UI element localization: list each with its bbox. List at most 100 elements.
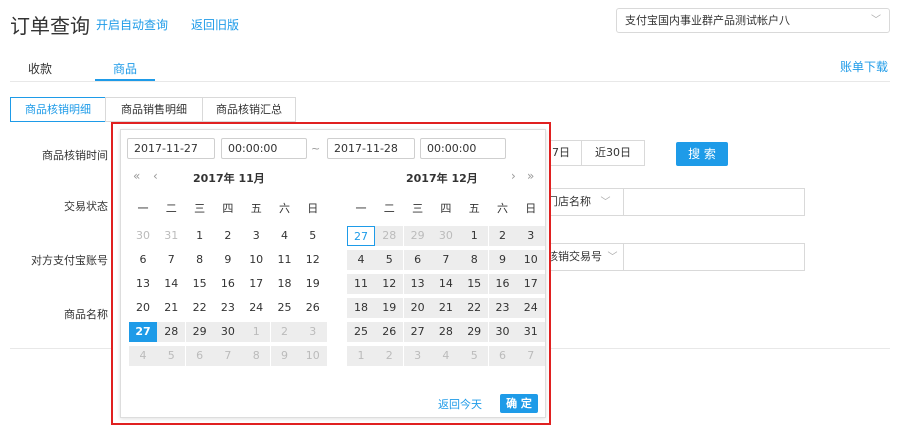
day-cell[interactable]: 5 (299, 226, 327, 246)
day-cell[interactable]: 7 (516, 346, 545, 366)
day-cell[interactable]: 11 (347, 274, 375, 294)
day-cell[interactable]: 27 (129, 322, 157, 342)
prev-year-icon[interactable]: « (133, 169, 140, 183)
day-cell[interactable]: 28 (375, 226, 404, 246)
verify-no-select[interactable]: 核销交易号 ﹀ (540, 243, 624, 271)
day-cell[interactable]: 12 (299, 250, 327, 270)
day-cell[interactable]: 10 (516, 250, 545, 270)
day-cell[interactable]: 26 (375, 322, 404, 342)
day-cell[interactable]: 25 (271, 298, 299, 318)
day-cell[interactable]: 6 (403, 250, 432, 270)
day-cell[interactable]: 20 (403, 298, 432, 318)
day-cell[interactable]: 30 (488, 322, 517, 342)
day-cell[interactable]: 13 (403, 274, 432, 294)
bill-download-link[interactable]: 账单下载 (840, 58, 888, 75)
day-cell[interactable]: 15 (186, 274, 214, 294)
day-cell[interactable]: 2 (375, 346, 404, 366)
day-cell[interactable]: 16 (488, 274, 517, 294)
day-cell[interactable]: 6 (185, 346, 214, 366)
day-cell[interactable]: 9 (214, 250, 242, 270)
day-cell[interactable]: 5 (460, 346, 489, 366)
start-date-input[interactable]: 2017-11-27 (127, 138, 215, 159)
subtab-goods-sales-detail[interactable]: 商品销售明细 (105, 97, 203, 122)
day-cell[interactable]: 16 (214, 274, 242, 294)
day-cell[interactable]: 24 (242, 298, 270, 318)
day-cell[interactable]: 7 (213, 346, 242, 366)
day-cell[interactable]: 19 (299, 274, 327, 294)
subtab-goods-verify-summary[interactable]: 商品核销汇总 (202, 97, 296, 122)
day-cell[interactable]: 30 (431, 226, 460, 246)
day-cell[interactable]: 22 (460, 298, 489, 318)
day-cell[interactable]: 10 (242, 250, 270, 270)
day-cell[interactable]: 2 (270, 322, 299, 342)
search-button[interactable]: 搜 索 (676, 142, 728, 166)
day-cell[interactable]: 21 (431, 298, 460, 318)
back-to-today-link[interactable]: 返回今天 (438, 396, 482, 412)
day-cell[interactable]: 27 (403, 322, 432, 342)
day-cell[interactable]: 8 (242, 346, 271, 366)
day-cell[interactable]: 8 (186, 250, 214, 270)
next-month-icon[interactable]: › (511, 169, 516, 183)
account-select[interactable]: 支付宝国内事业群产品测试帐户八 ﹀ (616, 8, 890, 33)
day-cell[interactable]: 24 (516, 298, 545, 318)
day-cell[interactable]: 20 (129, 298, 157, 318)
day-cell[interactable]: 11 (271, 250, 299, 270)
prev-month-icon[interactable]: ‹ (153, 169, 158, 183)
auto-query-link[interactable]: 开启自动查询 (96, 16, 168, 33)
day-cell[interactable]: 26 (299, 298, 327, 318)
end-time-input[interactable]: 00:00:00 (420, 138, 506, 159)
day-cell[interactable]: 15 (460, 274, 489, 294)
day-cell[interactable]: 17 (242, 274, 270, 294)
day-cell[interactable]: 23 (488, 298, 517, 318)
tab-collection[interactable]: 收款 (28, 60, 52, 77)
day-cell[interactable]: 29 (185, 322, 214, 342)
day-cell[interactable]: 25 (347, 322, 375, 342)
day-cell[interactable]: 3 (403, 346, 432, 366)
day-cell[interactable]: 14 (431, 274, 460, 294)
start-time-input[interactable]: 00:00:00 (221, 138, 307, 159)
day-cell[interactable]: 28 (157, 322, 186, 342)
day-cell[interactable]: 31 (157, 226, 185, 246)
day-cell[interactable]: 18 (347, 298, 375, 318)
day-cell[interactable]: 30 (129, 226, 157, 246)
day-cell[interactable]: 7 (157, 250, 185, 270)
day-cell[interactable]: 12 (375, 274, 404, 294)
back-old-version-link[interactable]: 返回旧版 (191, 16, 239, 33)
day-cell[interactable]: 22 (186, 298, 214, 318)
day-cell[interactable]: 5 (375, 250, 404, 270)
day-cell[interactable]: 21 (157, 298, 185, 318)
day-cell[interactable]: 28 (431, 322, 460, 342)
end-date-input[interactable]: 2017-11-28 (327, 138, 415, 159)
day-cell[interactable]: 19 (375, 298, 404, 318)
day-cell[interactable]: 1 (186, 226, 214, 246)
day-cell[interactable]: 3 (242, 226, 270, 246)
day-cell[interactable]: 9 (270, 346, 299, 366)
day-cell[interactable]: 4 (129, 346, 157, 366)
day-cell[interactable]: 1 (460, 226, 489, 246)
next-year-icon[interactable]: » (527, 169, 534, 183)
day-cell[interactable]: 31 (516, 322, 545, 342)
day-cell[interactable]: 13 (129, 274, 157, 294)
day-cell[interactable]: 5 (157, 346, 186, 366)
day-cell[interactable]: 2 (214, 226, 242, 246)
day-cell[interactable]: 1 (347, 346, 375, 366)
day-cell[interactable]: 7 (431, 250, 460, 270)
subtab-goods-verify-detail[interactable]: 商品核销明细 (10, 97, 106, 122)
day-cell[interactable]: 2 (488, 226, 517, 246)
day-cell[interactable]: 4 (347, 250, 375, 270)
day-cell[interactable]: 30 (213, 322, 242, 342)
day-cell[interactable]: 3 (298, 322, 327, 342)
quick-30-days-button[interactable]: 近30日 (581, 140, 645, 166)
day-cell[interactable]: 8 (460, 250, 489, 270)
store-input[interactable] (623, 188, 805, 216)
day-cell[interactable]: 18 (271, 274, 299, 294)
store-select[interactable]: 门店名称 ﹀ (540, 188, 624, 216)
day-cell[interactable]: 10 (298, 346, 327, 366)
day-cell[interactable]: 3 (516, 226, 545, 246)
day-cell[interactable]: 27 (347, 226, 375, 246)
day-cell[interactable]: 6 (129, 250, 157, 270)
tab-goods[interactable]: 商品 (113, 60, 137, 77)
day-cell[interactable]: 14 (157, 274, 185, 294)
confirm-button[interactable]: 确 定 (500, 394, 538, 413)
day-cell[interactable]: 1 (242, 322, 271, 342)
